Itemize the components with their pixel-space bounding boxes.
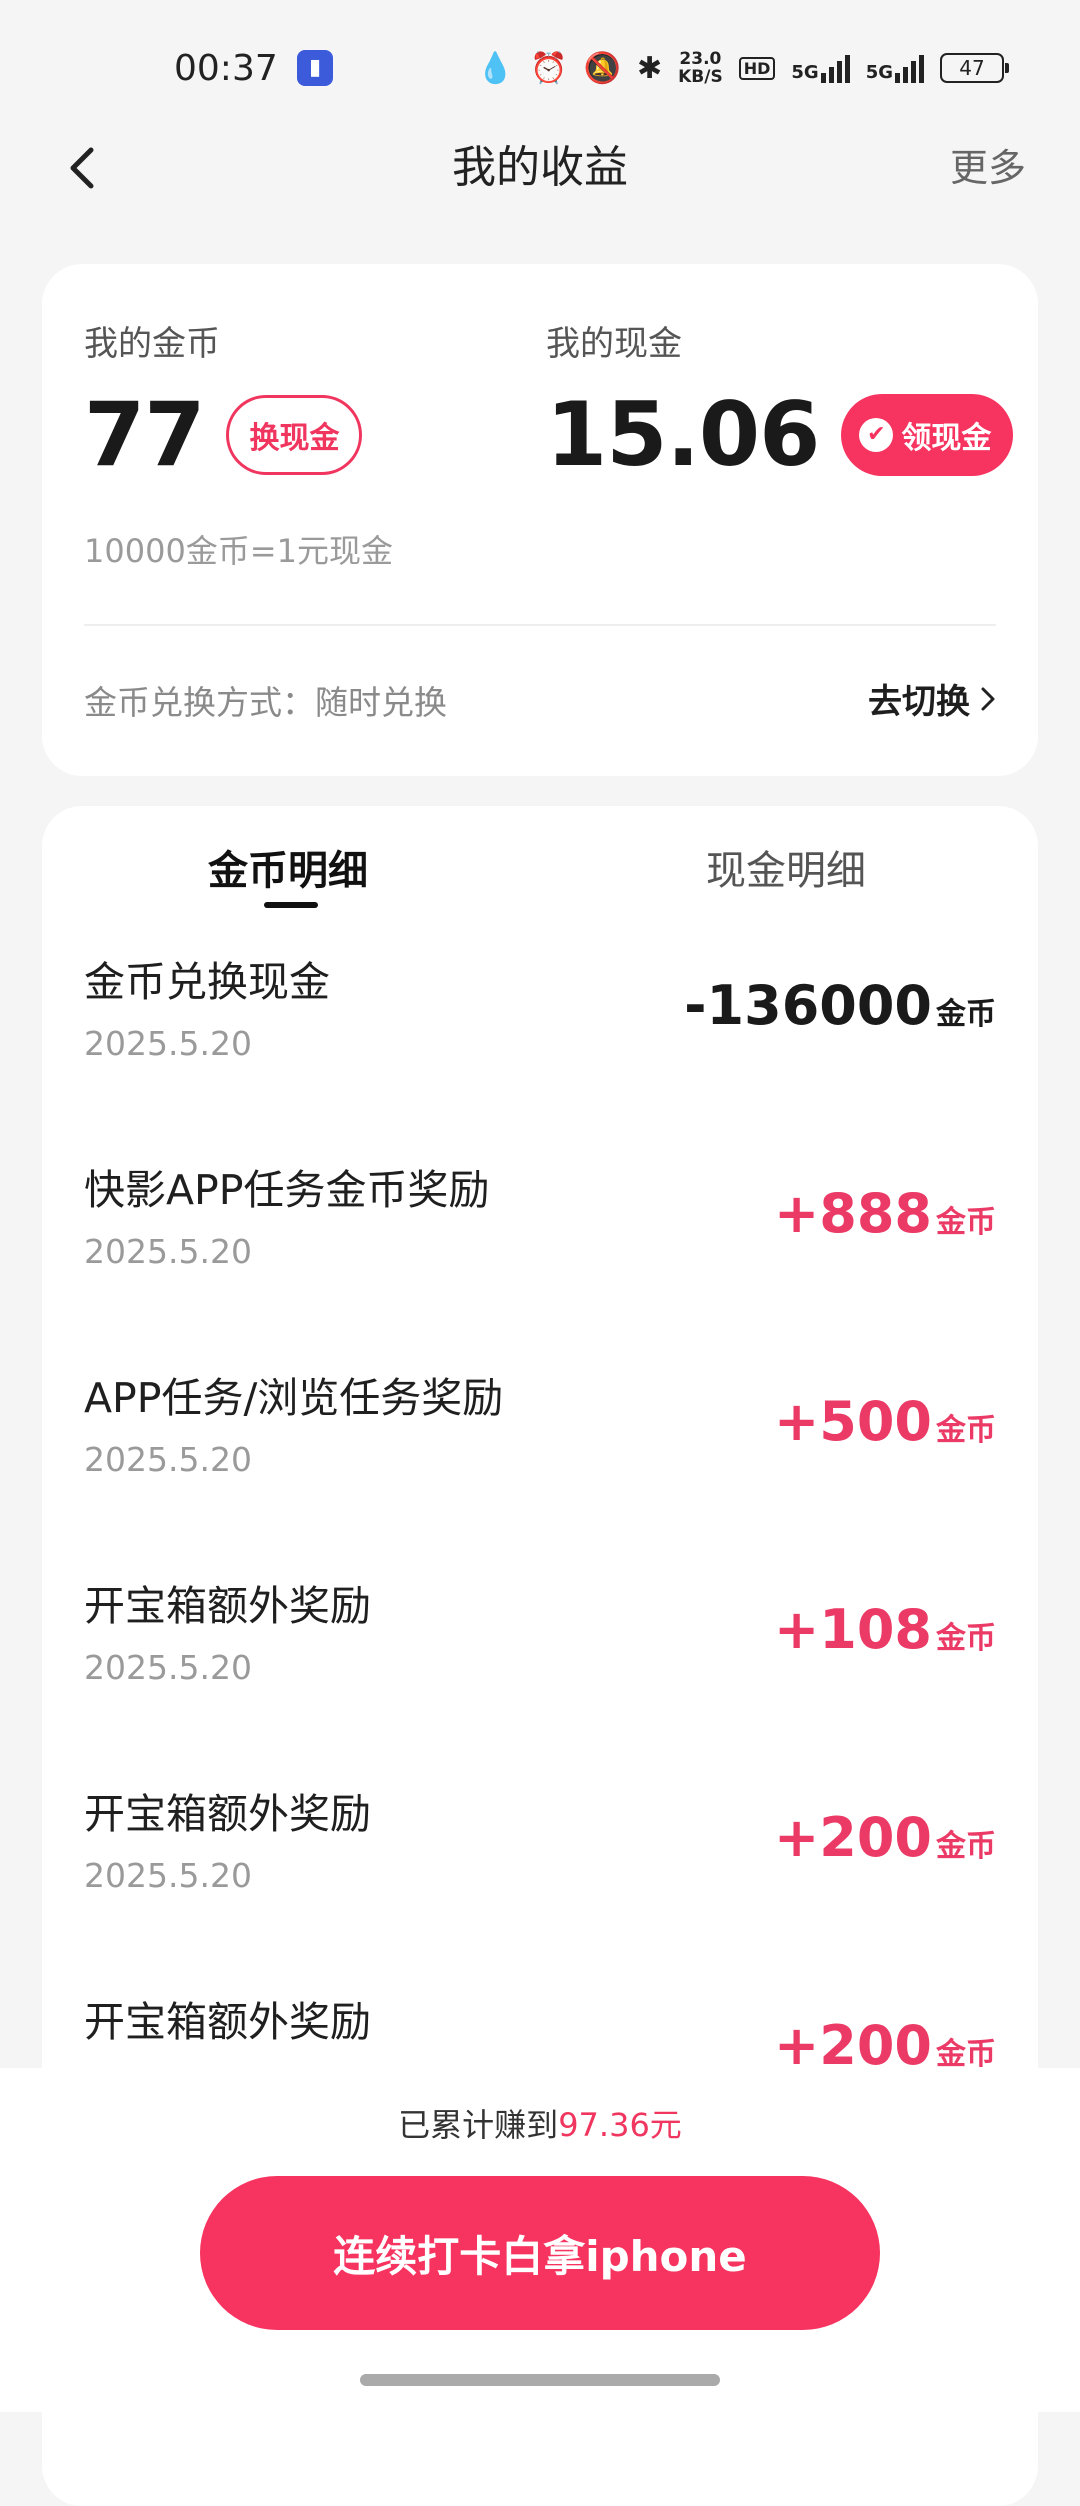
switch-mode-button[interactable]: 去切换 <box>868 674 996 723</box>
amount-unit: 金币 <box>936 1413 996 1448</box>
item-date: 2025.5.20 <box>84 1648 252 1687</box>
amount-unit: 金币 <box>936 1205 996 1240</box>
item-amount: -136000 金币 <box>684 974 996 1037</box>
detail-tabs: 金币明细 现金明细 <box>42 806 1038 910</box>
item-date: 2025.5.20 <box>84 1440 252 1479</box>
net-speed-value: 23.0 <box>679 49 722 69</box>
item-amount: +888 金币 <box>774 1182 996 1245</box>
item-amount: +200 金币 <box>774 1806 996 1869</box>
home-indicator[interactable] <box>360 2374 720 2386</box>
item-title: 快影APP任务金币奖励 <box>84 1166 490 1214</box>
amount-unit: 金币 <box>936 2037 996 2072</box>
exchange-mode-text: 金币兑换方式：随时兑换 <box>84 683 447 722</box>
page-title: 我的收益 <box>452 142 628 193</box>
item-date: 2025.5.20 <box>84 1024 252 1063</box>
earnings-card: 我的金币 77 换现金 我的现金 15.06 ✔ 领现金 10000金币=1元现… <box>42 264 1038 776</box>
mute-bell-icon: 🔕 <box>583 50 621 86</box>
withdraw-cash-label: 领现金 <box>901 420 992 456</box>
item-title: 开宝箱额外奖励 <box>84 1998 371 2046</box>
app-notification-icon: ▮ <box>297 50 333 86</box>
signal-icon-1: 5G <box>791 53 850 83</box>
withdraw-cash-button[interactable]: ✔ 领现金 <box>841 393 1014 476</box>
coins-value: 77 <box>84 383 205 486</box>
amount-value: +108 <box>774 1598 932 1661</box>
chevron-right-icon <box>981 687 995 710</box>
bottom-panel: 已累计赚到97.36元 连续打卡白拿iphone <box>0 2068 1080 2412</box>
coins-section: 我的金币 77 换现金 <box>84 316 363 486</box>
item-title: 金币兑换现金 <box>84 958 330 1006</box>
signal1-label: 5G <box>791 62 819 83</box>
total-earned-prefix: 已累计赚到 <box>398 2106 559 2144</box>
cash-section: 我的现金 15.06 ✔ 领现金 <box>546 316 1014 486</box>
net-speed: 23.0 KB/S <box>678 50 723 86</box>
amount-value: -136000 <box>684 974 932 1037</box>
drop-icon: 💧 <box>476 50 515 86</box>
cash-label: 我的现金 <box>546 324 682 364</box>
total-earned-amount: 97.36元 <box>558 2106 682 2144</box>
battery-icon: 47 <box>940 53 1009 83</box>
item-amount: +108 金币 <box>774 1598 996 1661</box>
bluetooth-icon: ✱ <box>636 50 663 86</box>
amount-unit: 金币 <box>936 1829 996 1864</box>
amount-value: +500 <box>774 1390 932 1453</box>
net-speed-unit: KB/S <box>678 67 723 87</box>
list-item: 金币兑换现金 2025.5.20 -136000 金币 <box>42 924 1038 1132</box>
signal2-label: 5G <box>865 62 893 83</box>
status-icons: 💧 ⏰ 🔕 ✱ 23.0 KB/S HD 5G 5G 47 <box>476 46 1009 90</box>
signal-icon-2: 5G <box>866 53 924 83</box>
status-time: 00:37 <box>174 48 278 89</box>
amount-unit: 金币 <box>936 1621 996 1656</box>
total-earned-text: 已累计赚到97.36元 <box>0 2100 1080 2146</box>
coins-label: 我的金币 <box>84 324 220 364</box>
list-item: APP任务/浏览任务奖励 2025.5.20 +500 金币 <box>42 1340 1038 1548</box>
hd-icon: HD <box>738 56 776 80</box>
tab-coin-detail[interactable]: 金币明细 <box>208 838 368 896</box>
item-date: 2025.5.20 <box>84 1856 252 1895</box>
alarm-icon: ⏰ <box>530 50 568 86</box>
list-item: 快影APP任务金币奖励 2025.5.20 +888 金币 <box>42 1132 1038 1340</box>
status-bar: 00:37 ▮ 💧 ⏰ 🔕 ✱ 23.0 KB/S HD 5G 5G 47 <box>0 0 1080 136</box>
checkin-cta-button[interactable]: 连续打卡白拿iphone <box>200 2176 880 2330</box>
tab-cash-detail[interactable]: 现金明细 <box>706 838 866 896</box>
more-button[interactable]: 更多 <box>950 136 1026 200</box>
exchange-cash-button[interactable]: 换现金 <box>226 394 363 475</box>
divider <box>84 624 996 626</box>
switch-mode-label: 去切换 <box>868 682 970 722</box>
amount-unit: 金币 <box>936 997 996 1032</box>
item-amount: +500 金币 <box>774 1390 996 1453</box>
exchange-rate-text: 10000金币=1元现金 <box>84 532 393 570</box>
transaction-list: 金币兑换现金 2025.5.20 -136000 金币 快影APP任务金币奖励 … <box>42 924 1038 2172</box>
active-tab-indicator <box>264 902 318 908</box>
amount-value: +888 <box>774 1182 932 1245</box>
amount-value: +200 <box>774 1806 932 1869</box>
item-title: APP任务/浏览任务奖励 <box>84 1374 504 1422</box>
wechat-icon: ✔ <box>859 417 894 452</box>
nav-bar: 我的收益 更多 <box>0 120 1080 220</box>
list-item: 开宝箱额外奖励 2025.5.20 +108 金币 <box>42 1548 1038 1756</box>
list-item: 开宝箱额外奖励 2025.5.20 +200 金币 <box>42 1756 1038 1964</box>
item-title: 开宝箱额外奖励 <box>84 1582 371 1630</box>
item-date: 2025.5.20 <box>84 1232 252 1271</box>
cash-value: 15.06 <box>546 383 820 486</box>
item-title: 开宝箱额外奖励 <box>84 1790 371 1838</box>
